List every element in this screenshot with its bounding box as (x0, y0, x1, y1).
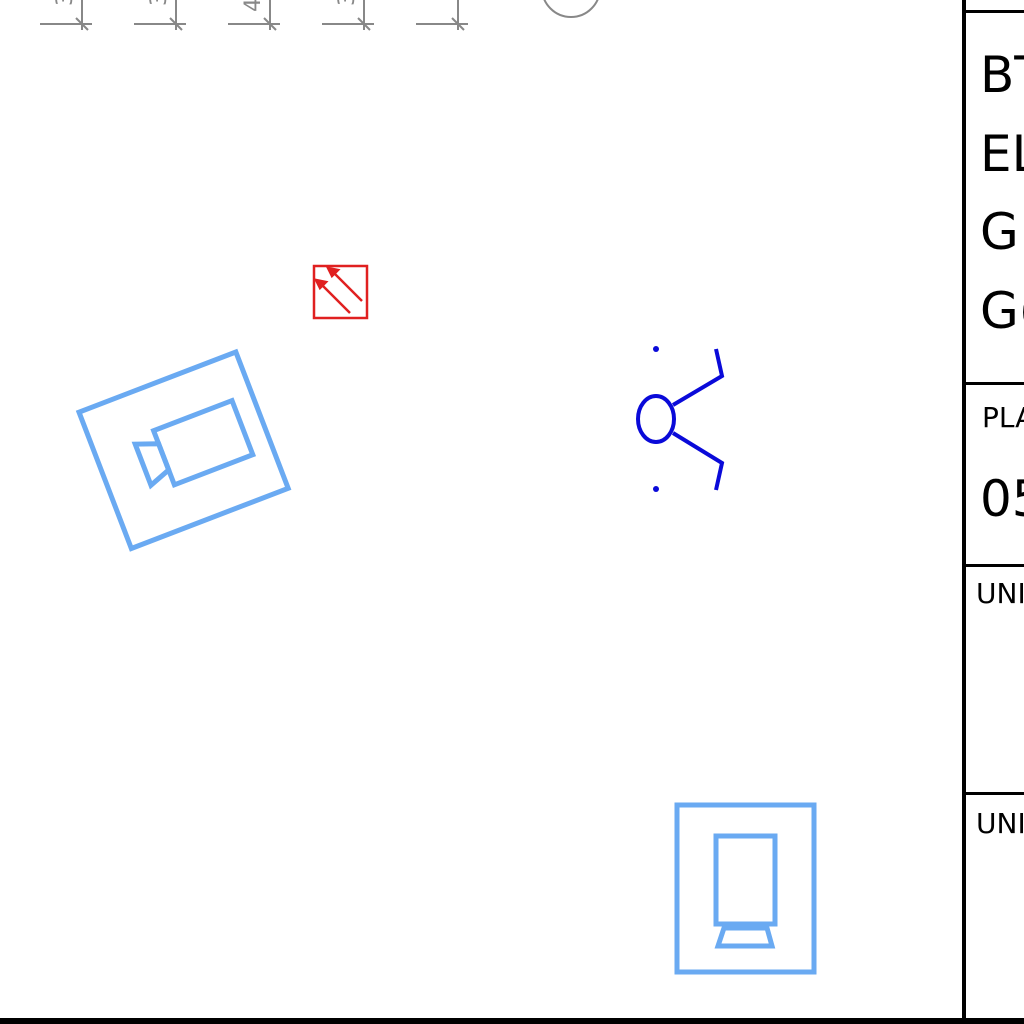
speaker-dot (653, 346, 659, 352)
sheet-border-bottom (0, 1018, 1024, 1024)
title-line: G (980, 203, 1019, 261)
title-block-divider (966, 10, 1024, 13)
dimension-text: 3 (53, 0, 78, 6)
title-block-divider (966, 564, 1024, 567)
speaker-icon[interactable] (636, 348, 725, 491)
dimension-text: 4 (241, 0, 266, 12)
camera-icon[interactable] (75, 348, 292, 552)
title-block: BT EL G G( PLA 05 UNI UNI (962, 0, 1024, 1020)
monitor-icon[interactable] (674, 802, 817, 975)
title-line: G( (980, 282, 1024, 340)
unit-label: UNI (976, 807, 1024, 840)
unit-label: UNI (976, 577, 1024, 610)
floor-plan-drawing: 3 3 4 3 (40, 0, 817, 975)
dimension-text: 3 (147, 0, 172, 6)
speaker-dot (653, 486, 659, 492)
title-line: BT (980, 46, 1024, 104)
title-line: EL (980, 125, 1024, 183)
floor-plan-sheet: 3 3 4 3 (0, 0, 1024, 1024)
dimension-mark (416, 0, 468, 31)
title-block-divider (966, 382, 1024, 385)
title-block-divider (966, 792, 1024, 795)
emergency-exit-icon[interactable] (312, 264, 369, 320)
plan-number: 05 (980, 470, 1024, 528)
grid-marker-icon (543, 0, 599, 18)
dimension-text: 3 (335, 0, 360, 6)
plan-label: PLA (982, 401, 1024, 434)
